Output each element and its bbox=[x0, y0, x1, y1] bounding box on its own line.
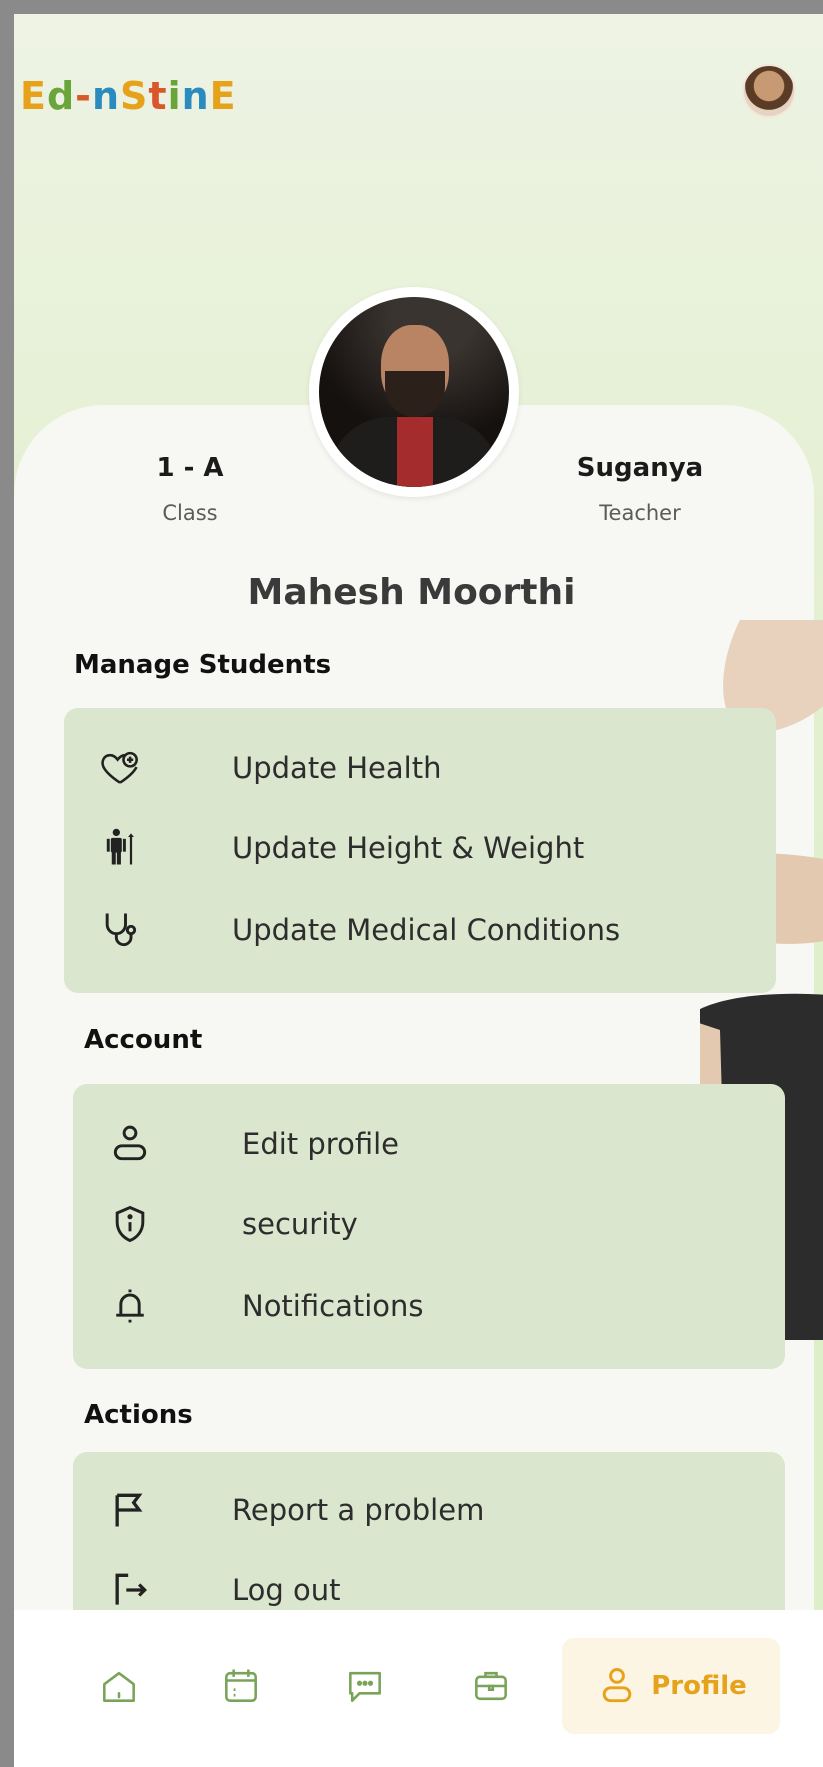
nav-briefcase[interactable] bbox=[456, 1638, 526, 1734]
heart-plus-icon bbox=[90, 743, 150, 793]
profile-icon bbox=[602, 1668, 632, 1703]
report-problem-label: Report a problem bbox=[232, 1493, 485, 1527]
height-weight-icon bbox=[90, 823, 150, 873]
update-health-label: Update Health bbox=[232, 751, 442, 785]
class-value: 1 - A bbox=[156, 453, 224, 483]
teacher-value: Suganya bbox=[576, 453, 704, 483]
logout-icon bbox=[100, 1565, 160, 1615]
class-label: Class bbox=[162, 501, 218, 525]
bell-icon bbox=[100, 1281, 160, 1331]
teacher-stat: Suganya Teacher bbox=[555, 453, 725, 525]
actions-title: Actions bbox=[84, 1400, 193, 1430]
nav-calendar[interactable] bbox=[206, 1638, 276, 1734]
edit-profile-label: Edit profile bbox=[242, 1127, 399, 1161]
teacher-label: Teacher bbox=[599, 501, 681, 525]
profile-photo bbox=[309, 287, 519, 497]
header-avatar[interactable] bbox=[742, 64, 796, 118]
security-label: security bbox=[242, 1207, 358, 1241]
update-medical-conditions-label: Update Medical Conditions bbox=[232, 913, 621, 947]
notifications-label: Notifications bbox=[242, 1289, 424, 1323]
stethoscope-icon bbox=[90, 905, 150, 955]
calendar-icon bbox=[225, 1669, 257, 1702]
notifications-item[interactable]: Notifications bbox=[100, 1276, 424, 1336]
chat-icon bbox=[349, 1671, 381, 1702]
security-item[interactable]: security bbox=[100, 1194, 358, 1254]
update-health-item[interactable]: Update Health bbox=[90, 738, 441, 798]
update-height-weight-label: Update Height & Weight bbox=[232, 831, 585, 865]
update-medical-conditions-item[interactable]: Update Medical Conditions bbox=[90, 900, 620, 960]
home-icon bbox=[103, 1671, 135, 1702]
nav-profile[interactable]: Profile bbox=[562, 1638, 780, 1734]
user-icon bbox=[100, 1119, 160, 1169]
edit-profile-item[interactable]: Edit profile bbox=[100, 1114, 399, 1174]
app-logo: Ed-nStinE bbox=[20, 74, 237, 118]
profile-name: Mahesh Moorthi bbox=[247, 572, 576, 613]
report-problem-item[interactable]: Report a problem bbox=[100, 1480, 484, 1540]
flag-icon bbox=[100, 1485, 160, 1535]
nav-home[interactable] bbox=[84, 1638, 154, 1734]
class-stat: 1 - A Class bbox=[125, 453, 255, 525]
manage-students-title: Manage Students bbox=[74, 650, 332, 680]
update-height-weight-item[interactable]: Update Height & Weight bbox=[90, 818, 584, 878]
logout-label: Log out bbox=[232, 1573, 341, 1607]
nav-chat[interactable] bbox=[330, 1638, 400, 1734]
account-title: Account bbox=[84, 1025, 203, 1055]
briefcase-icon bbox=[475, 1671, 507, 1701]
shield-info-icon bbox=[100, 1199, 160, 1249]
nav-profile-label: Profile bbox=[651, 1671, 747, 1701]
